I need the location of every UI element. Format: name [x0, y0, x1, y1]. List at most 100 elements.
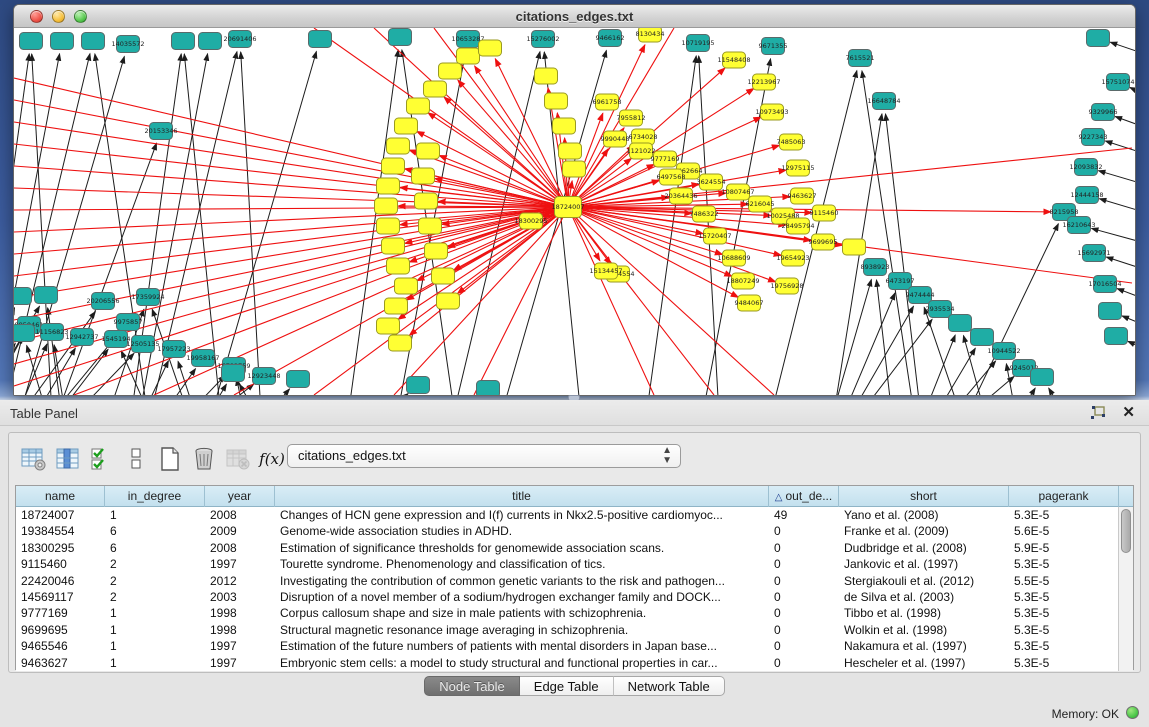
graph-node[interactable]	[51, 33, 74, 50]
graph-node[interactable]	[287, 371, 310, 388]
table-cell[interactable]: 1	[105, 622, 205, 638]
table-row[interactable]: 1872400712008Changes of HCN gene express…	[16, 507, 1133, 523]
graph-node[interactable]	[479, 40, 502, 56]
graph-node[interactable]	[222, 365, 245, 382]
table-cell[interactable]: 0	[769, 638, 839, 654]
graph-node[interactable]	[1087, 30, 1110, 47]
graph-node[interactable]	[439, 63, 462, 79]
row-height-icon[interactable]	[121, 444, 151, 474]
table-cell[interactable]: 18724007	[16, 507, 105, 523]
table-cell[interactable]: Tourette syndrome. Phenomenology and cla…	[275, 556, 769, 572]
table-cell[interactable]: 1	[105, 638, 205, 654]
table-cell[interactable]: 1	[105, 605, 205, 621]
graph-node[interactable]	[20, 33, 43, 50]
graph-node[interactable]	[1031, 369, 1054, 386]
table-row[interactable]: 911546021997Tourette syndrome. Phenomeno…	[16, 556, 1133, 572]
float-panel-icon[interactable]	[1089, 405, 1107, 421]
delete-column-icon[interactable]	[189, 444, 219, 474]
table-cell[interactable]: 1998	[205, 622, 275, 638]
graph-node[interactable]	[419, 218, 442, 234]
graph-node[interactable]	[563, 161, 586, 177]
graph-node[interactable]	[425, 243, 448, 259]
graph-node[interactable]	[971, 329, 994, 346]
graph-node[interactable]	[377, 218, 400, 234]
graph-node[interactable]	[395, 118, 418, 134]
table-cell[interactable]: 22420046	[16, 573, 105, 589]
graph-node[interactable]	[385, 298, 408, 314]
window-titlebar[interactable]: citations_edges.txt	[14, 5, 1135, 28]
graph-node[interactable]	[457, 48, 480, 64]
column-visibility-icon[interactable]	[53, 444, 83, 474]
table-cell[interactable]: 1997	[205, 556, 275, 572]
graph-node[interactable]	[949, 315, 972, 332]
graph-node[interactable]	[843, 239, 866, 255]
graph-node[interactable]	[382, 158, 405, 174]
graph-node[interactable]	[559, 143, 582, 159]
column-header-title[interactable]: title	[275, 486, 769, 507]
table-cell[interactable]: 0	[769, 556, 839, 572]
table-cell[interactable]: 0	[769, 622, 839, 638]
table-cell[interactable]: Yano et al. (2008)	[839, 507, 1009, 523]
network-canvas[interactable]: 1403557220691406106532871527600294661621…	[14, 28, 1135, 395]
table-cell[interactable]: 2003	[205, 589, 275, 605]
table-row[interactable]: 946362711997Embryonic stem cells: a mode…	[16, 655, 1133, 671]
column-header-in_degree[interactable]: in_degree	[105, 486, 205, 507]
graph-node[interactable]	[535, 68, 558, 84]
table-cell[interactable]: 2008	[205, 507, 275, 523]
close-panel-icon[interactable]: ✕	[1122, 403, 1135, 421]
table-cell[interactable]: Structural magnetic resonance image aver…	[275, 622, 769, 638]
table-cell[interactable]: Estimation of significance thresholds fo…	[275, 540, 769, 556]
graph-node[interactable]	[172, 33, 195, 50]
table-cell[interactable]: Stergiakouli et al. (2012)	[839, 573, 1009, 589]
graph-node[interactable]	[437, 293, 460, 309]
table-cell[interactable]: Tibbo et al. (1998)	[839, 605, 1009, 621]
table-cell[interactable]: 6	[105, 540, 205, 556]
table-cell[interactable]: 9777169	[16, 605, 105, 621]
graph-node[interactable]	[1105, 328, 1128, 345]
graph-node[interactable]	[415, 193, 438, 209]
table-cell[interactable]: 2012	[205, 573, 275, 589]
table-cell[interactable]: 49	[769, 507, 839, 523]
table-cell[interactable]: Corpus callosum shape and size in male p…	[275, 605, 769, 621]
new-column-icon[interactable]	[155, 444, 185, 474]
table-row[interactable]: 1456911722003Disruption of a novel membe…	[16, 589, 1133, 605]
tab-node-table[interactable]: Node Table	[424, 676, 520, 696]
table-cell[interactable]: Investigating the contribution of common…	[275, 573, 769, 589]
graph-node[interactable]	[1099, 303, 1122, 320]
graph-node[interactable]	[553, 118, 576, 134]
table-cell[interactable]: Franke et al. (2009)	[839, 523, 1009, 539]
table-cell[interactable]: 2008	[205, 540, 275, 556]
function-builder-icon[interactable]: f(x)	[257, 444, 287, 474]
table-cell[interactable]: 9465546	[16, 638, 105, 654]
table-cell[interactable]: 5.3E-5	[1009, 507, 1119, 523]
table-cell[interactable]: Nakamura et al. (1997)	[839, 638, 1009, 654]
graph-node[interactable]	[309, 31, 332, 48]
table-cell[interactable]: 5.3E-5	[1009, 589, 1119, 605]
table-cell[interactable]: 1998	[205, 605, 275, 621]
column-header-year[interactable]: year	[205, 486, 275, 507]
table-cell[interactable]: 5.3E-5	[1009, 655, 1119, 671]
graph-node[interactable]	[389, 335, 412, 351]
table-cell[interactable]: 5.3E-5	[1009, 638, 1119, 654]
table-cell[interactable]: Changes of HCN gene expression and I(f) …	[275, 507, 769, 523]
graph-node[interactable]	[387, 258, 410, 274]
graph-node[interactable]	[407, 377, 430, 394]
column-header-name[interactable]: name	[16, 486, 105, 507]
table-cell[interactable]: Dudbridge et al. (2008)	[839, 540, 1009, 556]
network-view-window[interactable]: citations_edges.txt 14035572206914061065…	[13, 4, 1136, 396]
table-cell[interactable]: 6	[105, 523, 205, 539]
table-row[interactable]: 1830029562008Estimation of significance …	[16, 540, 1133, 556]
table-cell[interactable]: Wolkin et al. (1998)	[839, 622, 1009, 638]
table-cell[interactable]: 19384554	[16, 523, 105, 539]
column-header-short[interactable]: short	[839, 486, 1009, 507]
table-select-dropdown[interactable]: citations_edges.txt ▲▼	[287, 444, 681, 468]
graph-node[interactable]	[432, 268, 455, 284]
graph-node[interactable]	[375, 198, 398, 214]
select-columns-icon[interactable]	[87, 444, 117, 474]
table-cell[interactable]: 5.3E-5	[1009, 622, 1119, 638]
table-cell[interactable]: 1	[105, 655, 205, 671]
table-cell[interactable]: 5.9E-5	[1009, 540, 1119, 556]
graph-node[interactable]	[377, 318, 400, 334]
table-mode-icon[interactable]	[19, 444, 49, 474]
table-scrollbar[interactable]	[1118, 507, 1133, 671]
